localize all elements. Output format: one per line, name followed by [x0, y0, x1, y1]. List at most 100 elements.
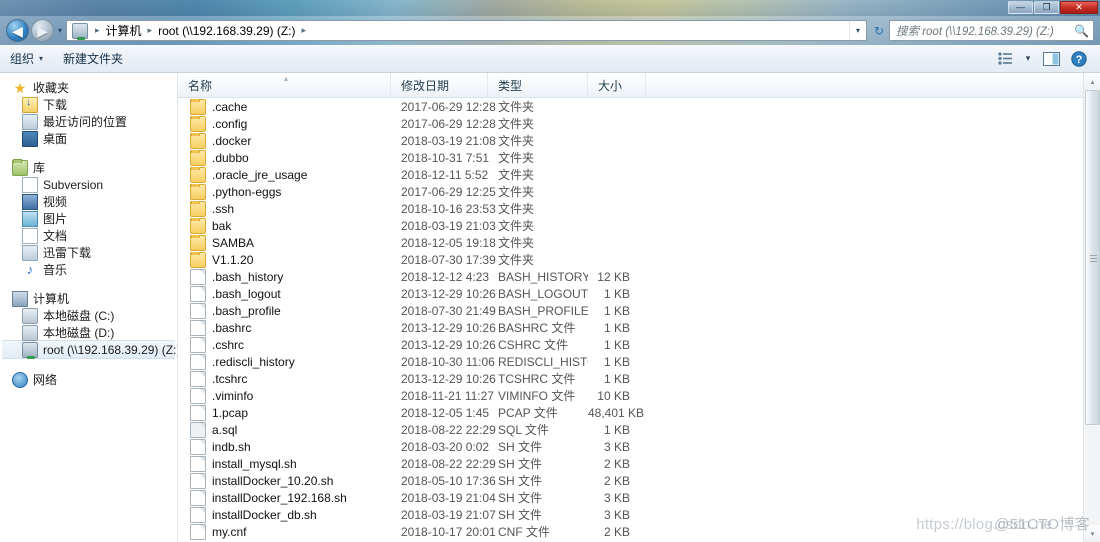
table-row[interactable]: .oracle_jre_usage 2018-12-11 5:52 文件夹	[178, 166, 1100, 183]
file-name-cell[interactable]: .python-eggs	[178, 183, 391, 200]
sidebar-item-documents[interactable]: 文档	[0, 227, 177, 244]
sidebar-item-music[interactable]: ♪ 音乐	[0, 261, 177, 278]
organize-button[interactable]: 组织 ▾	[0, 48, 53, 70]
file-name-cell[interactable]: bak	[178, 217, 391, 234]
table-row[interactable]: 1.pcap 2018-12-05 1:45 PCAP 文件 48,401 KB	[178, 404, 1100, 421]
file-name-cell[interactable]: .cshrc	[178, 336, 391, 353]
table-row[interactable]: V1.1.20 2018-07-30 17:39 文件夹	[178, 251, 1100, 268]
table-row[interactable]: .dubbo 2018-10-31 7:51 文件夹	[178, 149, 1100, 166]
history-dropdown-icon[interactable]: ▾	[54, 26, 66, 35]
table-row[interactable]: .bash_history 2018-12-12 4:23 BASH_HISTORY…	[178, 268, 1100, 285]
sidebar-item-subversion[interactable]: Subversion	[0, 176, 177, 193]
table-row[interactable]: .tcshrc 2013-12-29 10:26 TCSHRC 文件 1 KB	[178, 370, 1100, 387]
table-row[interactable]: SAMBA 2018-12-05 19:18 文件夹	[178, 234, 1100, 251]
view-dropdown-icon[interactable]: ▾	[1020, 48, 1036, 70]
file-name-cell[interactable]: .bashrc	[178, 319, 391, 336]
file-name-cell[interactable]: SAMBA	[178, 234, 391, 251]
file-name-cell[interactable]: my.cnf	[178, 523, 391, 540]
file-name-cell[interactable]: indb.sh	[178, 438, 391, 455]
close-button[interactable]: ✕	[1060, 1, 1098, 14]
file-list[interactable]: .cache 2017-06-29 12:28 文件夹 .config 2017-06-…	[178, 98, 1100, 542]
sidebar-item-videos[interactable]: 视频	[0, 193, 177, 210]
sidebar-item-pictures[interactable]: 图片	[0, 210, 177, 227]
file-name-cell[interactable]: a.sql	[178, 421, 391, 438]
table-row[interactable]: .ssh 2018-10-16 23:53 文件夹	[178, 200, 1100, 217]
new-folder-button[interactable]: 新建文件夹	[53, 48, 133, 70]
file-name-cell[interactable]: .rediscli_history	[178, 353, 391, 370]
scroll-down-icon[interactable]: ▾	[1084, 525, 1100, 542]
file-name-cell[interactable]: .bash_history	[178, 268, 391, 285]
breadcrumb-item-computer[interactable]: 计算机	[105, 21, 143, 40]
column-header-2[interactable]: 类型	[488, 72, 588, 98]
search-box[interactable]: 搜索 root (\\192.168.39.29) (Z:) 🔍	[889, 20, 1094, 41]
sidebar-item-desktop[interactable]: 桌面	[0, 130, 177, 147]
sidebar-item-libraries[interactable]: 库	[0, 158, 177, 176]
file-name-cell[interactable]: .bash_profile	[178, 302, 391, 319]
file-name-cell[interactable]: .ssh	[178, 200, 391, 217]
file-date-cell: 2018-12-05 1:45	[401, 405, 490, 420]
file-name-cell[interactable]: installDocker_192.168.sh	[178, 489, 391, 506]
sidebar-item-computer[interactable]: 计算机	[0, 290, 177, 307]
vertical-scrollbar[interactable]: ▴ ▾	[1083, 73, 1100, 542]
sidebar-item-local-disk-d[interactable]: 本地磁盘 (D:)	[0, 324, 177, 341]
breadcrumb-separator-2[interactable]: ▸	[296, 25, 311, 36]
scroll-up-icon[interactable]: ▴	[1084, 73, 1100, 90]
file-name-cell[interactable]: .config	[178, 115, 391, 132]
column-header-1[interactable]: 修改日期	[391, 72, 488, 98]
table-row[interactable]: .python-eggs 2017-06-29 12:25 文件夹	[178, 183, 1100, 200]
minimize-button[interactable]: —	[1008, 1, 1033, 14]
file-name-cell[interactable]: .viminfo	[178, 387, 391, 404]
sidebar-item-network[interactable]: 网络	[0, 371, 177, 388]
file-name-cell[interactable]: V1.1.20	[178, 251, 391, 268]
help-icon[interactable]: ?	[1066, 48, 1092, 70]
table-row[interactable]: .config 2017-06-29 12:28 文件夹	[178, 115, 1100, 132]
table-row[interactable]: installDocker_192.168.sh 2018-03-19 21:04…	[178, 489, 1100, 506]
table-row[interactable]: install_mysql.sh 2018-08-22 22:29 SH 文件 2 K…	[178, 455, 1100, 472]
file-name-cell[interactable]: installDocker_db.sh	[178, 506, 391, 523]
table-row[interactable]: .cache 2017-06-29 12:28 文件夹	[178, 98, 1100, 115]
sidebar-item-thunder-download[interactable]: 迅雷下载	[0, 244, 177, 261]
table-row[interactable]: installDocker_db.sh 2018-03-19 21:07 SH 文件…	[178, 506, 1100, 523]
sidebar-item-favorites[interactable]: ★ 收藏夹	[0, 79, 177, 96]
table-row[interactable]: .rediscli_history 2018-10-30 11:06 REDISCL…	[178, 353, 1100, 370]
table-row[interactable]: bak 2018-03-19 21:03 文件夹	[178, 217, 1100, 234]
sidebar-item-local-disk-c[interactable]: 本地磁盘 (C:)	[0, 307, 177, 324]
file-name-cell[interactable]: .tcshrc	[178, 370, 391, 387]
table-row[interactable]: .bash_profile 2018-07-30 21:49 BASH_PROFIL…	[178, 302, 1100, 319]
table-row[interactable]: my.cnf 2018-10-17 20:01 CNF 文件 2 KB	[178, 523, 1100, 540]
refresh-button[interactable]: ↻	[869, 24, 889, 38]
search-input[interactable]: 搜索 root (\\192.168.39.29) (Z:)	[896, 23, 1074, 39]
breadcrumb-separator-1[interactable]: ▸	[143, 25, 158, 36]
file-name-cell[interactable]: installDocker_10.20.sh	[178, 472, 391, 489]
view-options-icon[interactable]	[992, 48, 1018, 70]
file-name-cell[interactable]: .docker	[178, 132, 391, 149]
table-row[interactable]: .bash_logout 2013-12-29 10:26 BASH_LOGOUT …	[178, 285, 1100, 302]
table-row[interactable]: .viminfo 2018-11-21 11:27 VIMINFO 文件 10 KB	[178, 387, 1100, 404]
file-name-cell[interactable]: .oracle_jre_usage	[178, 166, 391, 183]
sidebar-item-recent-places[interactable]: 最近访问的位置	[0, 113, 177, 130]
preview-pane-icon[interactable]	[1038, 48, 1064, 70]
back-button[interactable]: ◀	[6, 19, 29, 42]
sidebar-item-network-drive-z[interactable]: root (\\192.168.39.29) (Z:)	[2, 340, 177, 359]
file-name-cell[interactable]: .bash_logout	[178, 285, 391, 302]
column-header-0[interactable]: 名称 ▴	[178, 72, 391, 98]
file-name-cell[interactable]: .dubbo	[178, 149, 391, 166]
scrollbar-thumb[interactable]	[1085, 90, 1100, 425]
file-name-cell[interactable]: install_mysql.sh	[178, 455, 391, 472]
maximize-button[interactable]: ❐	[1034, 1, 1059, 14]
table-row[interactable]: .bashrc 2013-12-29 10:26 BASHRC 文件 1 KB	[178, 319, 1100, 336]
table-row[interactable]: a.sql 2018-08-22 22:29 SQL 文件 1 KB	[178, 421, 1100, 438]
file-name-cell[interactable]: 1.pcap	[178, 404, 391, 421]
address-bar[interactable]: ▸ 计算机 ▸ root (\\192.168.39.29) (Z:) ▸ ▾	[66, 20, 867, 41]
table-row[interactable]: .cshrc 2013-12-29 10:26 CSHRC 文件 1 KB	[178, 336, 1100, 353]
address-dropdown-icon[interactable]: ▾	[849, 21, 866, 40]
forward-button[interactable]: ▶	[31, 19, 54, 42]
sidebar-item-downloads[interactable]: 下载	[0, 96, 177, 113]
file-icon	[190, 455, 206, 472]
table-row[interactable]: installDocker_10.20.sh 2018-05-10 17:36 SH…	[178, 472, 1100, 489]
table-row[interactable]: indb.sh 2018-03-20 0:02 SH 文件 3 KB	[178, 438, 1100, 455]
breadcrumb-item-drive[interactable]: root (\\192.168.39.29) (Z:)	[157, 21, 296, 40]
column-header-3[interactable]: 大小	[588, 72, 646, 98]
table-row[interactable]: .docker 2018-03-19 21:08 文件夹	[178, 132, 1100, 149]
file-name-cell[interactable]: .cache	[178, 98, 391, 115]
